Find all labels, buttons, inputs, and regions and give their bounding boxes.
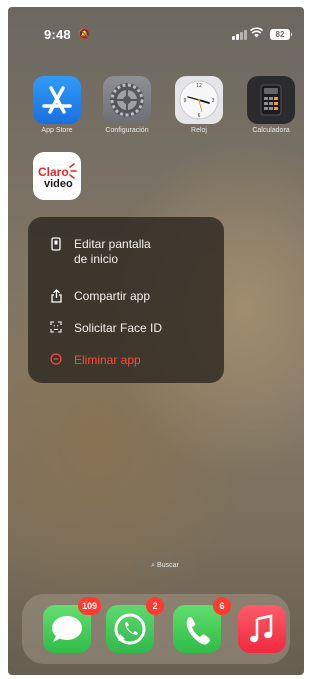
app-label: Configuración bbox=[105, 127, 149, 134]
svg-text:video: video bbox=[44, 178, 73, 190]
menu-item-label: Solicitar Face ID bbox=[74, 321, 163, 335]
menu-item-label: Eliminar app bbox=[74, 353, 141, 367]
status-bar: 9:48 🔕 82 bbox=[8, 27, 304, 45]
menu-item-edit-home-screen[interactable]: Editar pantalla de inicio bbox=[28, 231, 224, 269]
svg-text:Claro: Claro bbox=[38, 165, 69, 179]
phone-icon bbox=[186, 617, 210, 645]
app-label: App Store bbox=[41, 127, 73, 134]
dock-app-messages[interactable]: 109 bbox=[43, 597, 101, 653]
calculator-icon bbox=[247, 76, 295, 124]
app-configuracion[interactable]: Configuración bbox=[97, 76, 157, 134]
dock-app-phone[interactable]: 6 bbox=[173, 597, 231, 653]
menu-item-label: Editar pantalla de inicio bbox=[74, 237, 151, 267]
face-id-icon bbox=[50, 321, 62, 335]
search-label: Buscar bbox=[157, 562, 179, 569]
menu-item-label-line1: Editar pantalla bbox=[74, 237, 151, 251]
app-context-menu: Editar pantalla de inicio Compartir app … bbox=[28, 217, 224, 383]
search-pill[interactable]: ⌕ Buscar bbox=[134, 557, 196, 574]
svg-text:12: 12 bbox=[196, 83, 202, 89]
menu-item-label: Compartir app bbox=[74, 289, 151, 303]
app-reloj[interactable]: 12 3 6 9 Reloj bbox=[169, 76, 229, 134]
minus-circle-icon bbox=[50, 353, 62, 367]
home-screen: 9:48 🔕 82 App Store Configuración 12 3 6… bbox=[8, 7, 304, 675]
dock-app-music[interactable] bbox=[238, 605, 286, 653]
search-icon: ⌕ bbox=[151, 562, 156, 569]
share-icon bbox=[50, 289, 62, 303]
music-icon bbox=[250, 614, 273, 643]
bell-icon: 🔕 bbox=[78, 29, 91, 40]
battery-icon: 82 bbox=[270, 29, 292, 40]
menu-item-require-face-id[interactable]: Solicitar Face ID bbox=[28, 315, 224, 343]
app-app-store[interactable]: App Store bbox=[27, 76, 87, 134]
whatsapp-icon bbox=[114, 613, 146, 645]
menu-item-label-line2: de inicio bbox=[74, 252, 119, 266]
claro-video-icon: Claro video bbox=[33, 152, 81, 200]
dock: 109 2 6 bbox=[22, 594, 290, 664]
svg-text:9: 9 bbox=[184, 98, 187, 104]
app-label: Reloj bbox=[191, 127, 207, 134]
notification-badge: 2 bbox=[146, 597, 164, 615]
wifi-icon bbox=[249, 27, 264, 41]
svg-text:3: 3 bbox=[212, 98, 215, 104]
app-calculadora[interactable]: Calculadora bbox=[241, 76, 301, 134]
dock-app-whatsapp[interactable]: 2 bbox=[106, 597, 164, 653]
app-label: Calculadora bbox=[252, 127, 290, 134]
menu-item-delete-app[interactable]: Eliminar app bbox=[28, 347, 224, 375]
cellular-signal-icon bbox=[232, 30, 248, 40]
notification-badge: 109 bbox=[77, 597, 101, 615]
phone-edit-icon bbox=[50, 237, 62, 251]
svg-text:6: 6 bbox=[198, 113, 201, 119]
clock-icon: 12 3 6 9 bbox=[175, 76, 223, 124]
app-store-icon bbox=[33, 76, 81, 124]
app-claro-video[interactable]: Claro video bbox=[27, 152, 87, 200]
status-time: 9:48 bbox=[44, 27, 71, 42]
notification-badge: 6 bbox=[213, 597, 231, 615]
settings-icon bbox=[103, 76, 151, 124]
menu-item-share-app[interactable]: Compartir app bbox=[28, 283, 224, 311]
